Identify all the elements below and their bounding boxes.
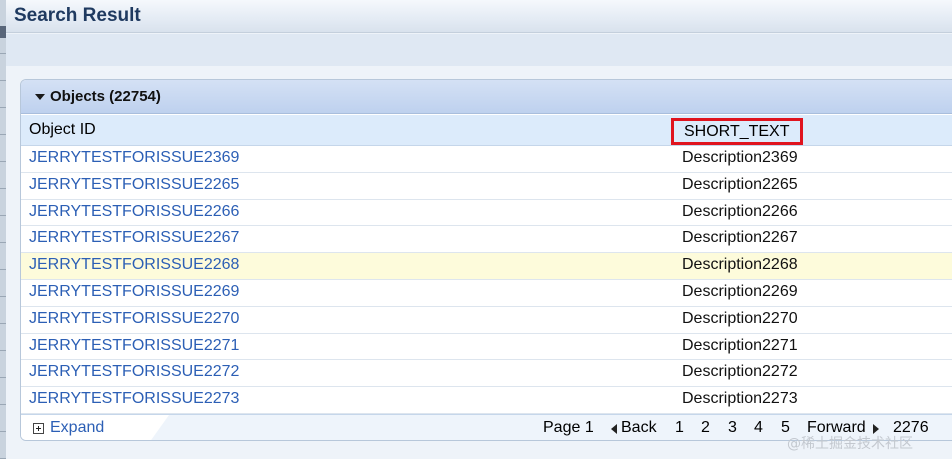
page-current: 1	[675, 419, 684, 436]
short-text-cell: Description2267	[682, 229, 798, 247]
table-row-highlighted[interactable]: JERRYTESTFORISSUE2268 Description2268	[21, 253, 952, 280]
short-text-cell: Description2273	[682, 390, 798, 408]
toolbar-strip	[6, 34, 952, 66]
watermark: @稀土掘金技术社区	[787, 436, 913, 452]
expand-button[interactable]: Expand	[21, 415, 169, 440]
object-id-link[interactable]: JERRYTESTFORISSUE2265	[29, 176, 239, 194]
table-row[interactable]: JERRYTESTFORISSUE2267 Description2267	[21, 226, 952, 254]
collapse-caret-icon[interactable]	[35, 94, 45, 100]
short-text-cell: Description2369	[682, 149, 798, 166]
object-id-link[interactable]: JERRYTESTFORISSUE2269	[29, 283, 239, 301]
object-id-link[interactable]: JERRYTESTFORISSUE2270	[29, 310, 239, 328]
panel-title: Objects (22754)	[50, 88, 161, 105]
page-title: Search Result	[14, 5, 141, 26]
short-text-cell: Description2265	[682, 175, 798, 193]
object-id-link[interactable]: JERRYTESTFORISSUE2268	[29, 256, 239, 274]
object-id-link[interactable]: JERRYTESTFORISSUE2369	[29, 149, 239, 167]
page-link-4[interactable]: 4	[754, 419, 763, 437]
expand-plus-icon[interactable]	[33, 423, 44, 434]
table-row[interactable]: JERRYTESTFORISSUE2265 Description2265	[21, 173, 952, 200]
table-row[interactable]: JERRYTESTFORISSUE2273 Description2273	[21, 387, 952, 414]
back-link[interactable]: Back	[621, 419, 657, 437]
table-row[interactable]: JERRYTESTFORISSUE2271 Description2271	[21, 334, 952, 361]
table-row[interactable]: JERRYTESTFORISSUE2270 Description2270	[21, 307, 952, 334]
short-text-cell: Description2266	[682, 202, 798, 220]
short-text-cell: Description2271	[682, 336, 798, 354]
table-row[interactable]: JERRYTESTFORISSUE2269 Description2269	[21, 280, 952, 307]
objects-panel: Objects (22754) Object ID SHORT_TEXT JER…	[20, 79, 952, 441]
table-row[interactable]: JERRYTESTFORISSUE2266 Description2266	[21, 200, 952, 227]
short-text-cell: Description2272	[682, 363, 798, 381]
column-header-row: Object ID SHORT_TEXT	[21, 115, 952, 146]
object-id-link[interactable]: JERRYTESTFORISSUE2271	[29, 337, 239, 355]
table-row[interactable]: JERRYTESTFORISSUE2369 Description2369	[21, 146, 952, 173]
page-indicator: Page 1	[543, 419, 594, 436]
title-bar: Search Result	[6, 0, 952, 33]
back-arrow-icon[interactable]	[611, 424, 617, 434]
short-text-cell: Description2270	[682, 309, 798, 327]
panel-header[interactable]: Objects (22754)	[21, 80, 952, 114]
column-header-object-id[interactable]: Object ID	[29, 121, 96, 139]
object-id-link[interactable]: JERRYTESTFORISSUE2272	[29, 363, 239, 381]
column-header-short-text[interactable]: SHORT_TEXT	[671, 118, 803, 145]
short-text-cell: Description2269	[682, 282, 798, 300]
page-link-3[interactable]: 3	[728, 419, 737, 437]
object-id-link[interactable]: JERRYTESTFORISSUE2266	[29, 203, 239, 221]
short-text-cell: Description2268	[682, 256, 798, 274]
table-row[interactable]: JERRYTESTFORISSUE2272 Description2272	[21, 360, 952, 388]
object-id-link[interactable]: JERRYTESTFORISSUE2267	[29, 229, 239, 247]
page-link-2[interactable]: 2	[701, 419, 710, 437]
expand-label[interactable]: Expand	[50, 419, 104, 437]
results-table: JERRYTESTFORISSUE2369 Description2369 JE…	[21, 146, 952, 414]
object-id-link[interactable]: JERRYTESTFORISSUE2273	[29, 390, 239, 408]
